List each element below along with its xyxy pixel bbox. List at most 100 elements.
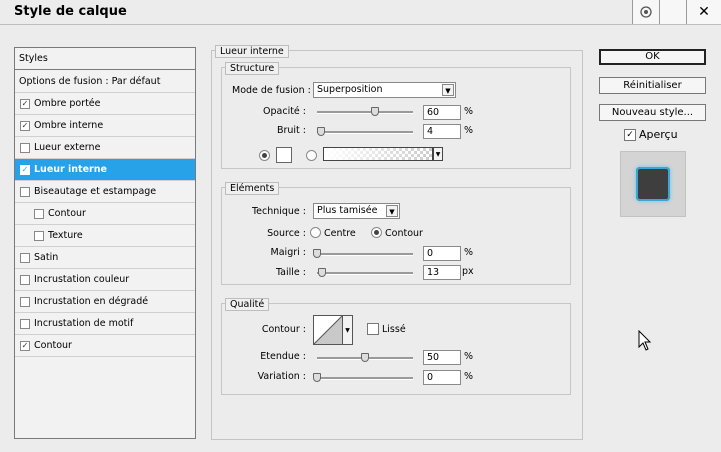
styles-header-label: Styles [19,53,48,64]
preview-swatch [636,167,670,201]
gradient-picker[interactable] [323,147,433,161]
contour-preview[interactable] [313,315,343,345]
inner-glow-title: Lueur interne [215,45,289,58]
blending-options-item[interactable]: Options de fusion : Par défaut [15,71,195,93]
style-item-label: Satin [34,252,59,263]
opacity-slider-track[interactable] [317,111,413,114]
size-slider-track[interactable] [317,272,413,275]
style-item[interactable]: ✓ Ombre interne [15,115,195,137]
opacity-input[interactable]: 60 [423,105,461,120]
checkbox-icon[interactable] [34,230,44,241]
style-item[interactable]: Incrustation en dégradé [15,291,195,313]
minimize-icon[interactable] [659,0,686,24]
mouse-cursor-icon [638,329,652,355]
style-item[interactable]: ✓ Ombre portée [15,93,195,115]
checkbox-icon[interactable] [20,296,30,307]
structure-title: Structure [225,62,280,75]
jitter-input[interactable]: 0 [423,370,461,385]
choke-label: Maigri : [270,247,306,258]
choke-unit: % [464,247,474,258]
style-item[interactable]: ✓ Lueur interne [15,159,195,181]
title-bar[interactable]: Style de calque ✕ [0,0,721,25]
contour-label: Contour : [261,324,306,335]
preview-thumbnail [620,151,686,217]
checkbox-checked-icon[interactable]: ✓ [20,120,30,131]
source-edge-radio[interactable] [371,227,382,238]
color-swatch[interactable] [276,147,292,163]
checkbox-icon[interactable] [34,208,44,219]
styles-list-panel: Styles Options de fusion : Par défaut ✓ O… [14,47,196,439]
reset-button[interactable]: Réinitialiser [599,77,706,94]
jitter-slider-track[interactable] [317,377,413,380]
style-item-label: Incrustation de motif [34,318,134,329]
source-center-radio[interactable] [310,227,321,238]
choke-input[interactable]: 0 [423,246,461,261]
noise-label: Bruit : [276,125,306,136]
range-input[interactable]: 50 [423,350,461,365]
noise-slider-thumb[interactable] [316,127,325,136]
contour-dropdown-icon[interactable]: ▼ [343,315,353,345]
blend-mode-label: Mode de fusion : [232,85,311,96]
choke-slider-thumb[interactable] [313,249,321,258]
styles-header[interactable]: Styles [15,48,195,70]
new-style-button[interactable]: Nouveau style... [599,104,706,121]
window-title: Style de calque [14,4,127,19]
size-unit: px [462,266,474,277]
size-slider-thumb[interactable] [317,268,326,277]
noise-slider-track[interactable] [317,131,413,134]
checkbox-checked-icon[interactable]: ✓ [20,164,30,175]
blend-mode-select[interactable]: Superposition ▼ [313,82,456,98]
gradient-dropdown-icon[interactable]: ▼ [433,147,443,161]
noise-input[interactable]: 4 [423,124,461,139]
style-item-label: Contour [48,208,86,219]
close-glyph: ✕ [698,4,710,20]
jitter-label: Variation : [257,371,306,382]
style-item[interactable]: Contour [15,203,195,225]
range-slider-thumb[interactable] [361,353,369,362]
style-item[interactable]: Incrustation de motif [15,313,195,335]
color-radio[interactable] [259,150,270,161]
blend-mode-value: Superposition [317,84,383,95]
quality-title: Qualité [225,298,270,311]
opacity-slider-thumb[interactable] [370,107,379,116]
gradient-radio[interactable] [306,150,317,161]
style-item[interactable]: Lueur externe [15,137,195,159]
technique-select[interactable]: Plus tamisée ▼ [313,203,400,219]
checkbox-checked-icon[interactable]: ✓ [20,98,30,109]
choke-slider-track[interactable] [317,253,413,256]
style-item-label: Ombre portée [34,98,101,109]
technique-label: Technique : [251,206,306,217]
close-icon[interactable]: ✕ [686,0,721,24]
ok-button[interactable]: OK [599,49,706,65]
checkbox-icon[interactable] [20,142,30,153]
style-item[interactable]: Texture [15,225,195,247]
style-item[interactable]: Satin [15,247,195,269]
style-item-label: Texture [48,230,83,241]
checkbox-icon[interactable] [20,186,30,197]
opacity-label: Opacité : [263,106,306,117]
checkbox-checked-icon[interactable]: ✓ [20,340,30,351]
checkbox-icon[interactable] [20,318,30,329]
style-item-label: Ombre interne [34,120,104,131]
checkbox-icon[interactable] [20,274,30,285]
blending-options-label: Options de fusion : Par défaut [19,76,161,87]
contour-curve-icon [313,315,343,345]
style-item-label: Lueur externe [34,142,101,153]
noise-unit: % [464,125,474,136]
style-item-label: Incrustation couleur [34,274,130,285]
size-input[interactable]: 13 [423,265,461,280]
preview-checkbox[interactable]: ✓ [624,129,636,141]
style-item[interactable]: Biseautage et estampage [15,181,195,203]
technique-value: Plus tamisée [317,205,378,216]
preview-label: Aperçu [639,128,678,141]
antialias-checkbox[interactable] [367,323,379,335]
jitter-slider-thumb[interactable] [313,373,321,382]
jitter-unit: % [464,371,474,382]
source-label: Source : [267,228,306,239]
checkbox-icon[interactable] [20,252,30,263]
inner-glow-panel: Lueur interne Structure Mode de fusion :… [211,45,583,440]
source-center-label: Centre [324,228,356,239]
style-item[interactable]: ✓ Contour [15,335,195,357]
settings-icon[interactable] [632,0,659,24]
style-item[interactable]: Incrustation couleur [15,269,195,291]
